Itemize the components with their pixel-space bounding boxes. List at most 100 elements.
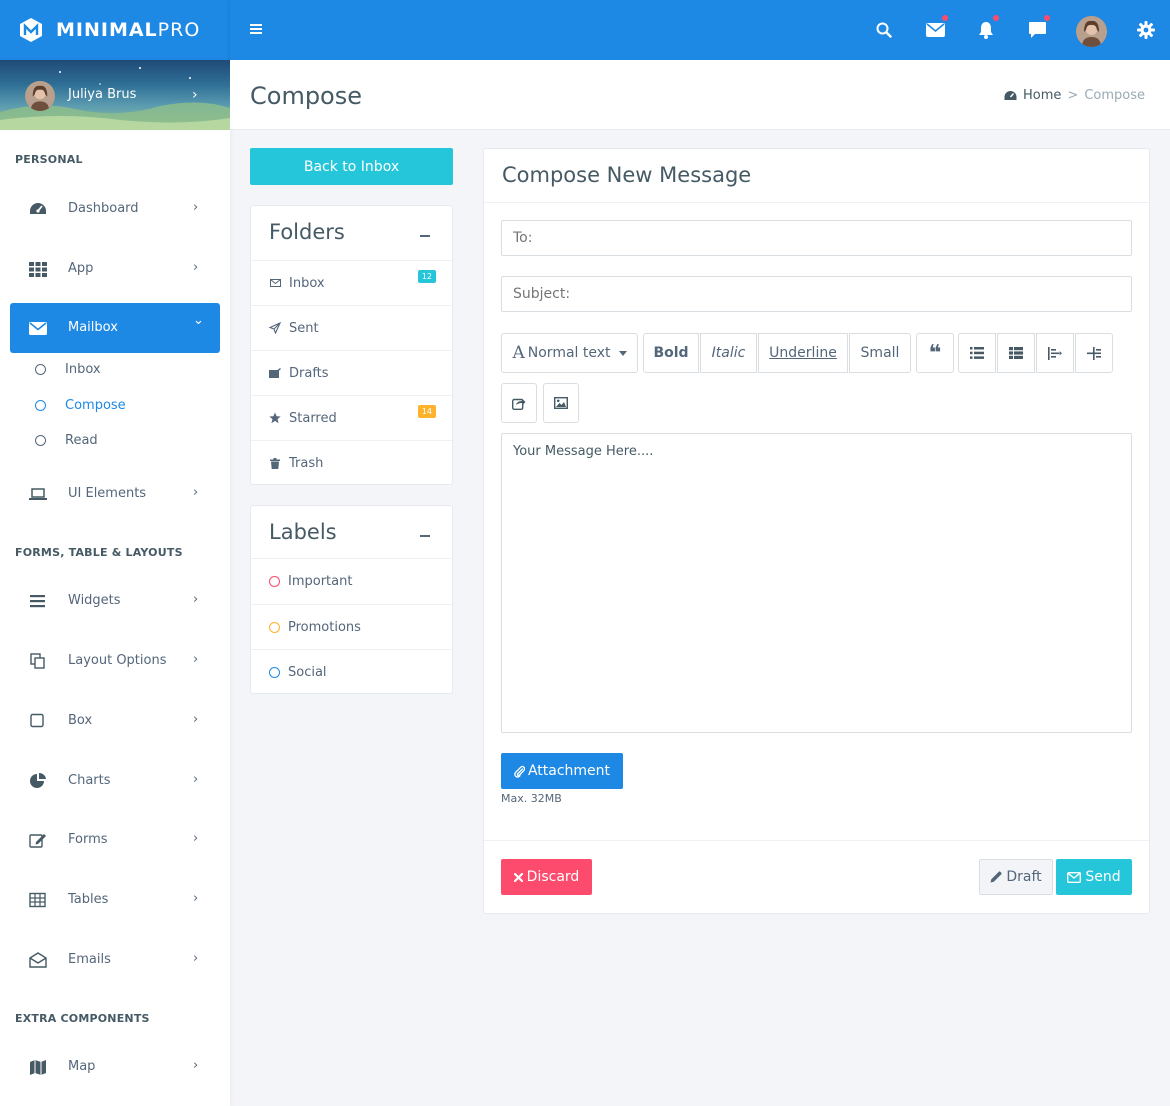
sidebar-subitem-read[interactable]: Read (35, 433, 98, 448)
paper-plane-icon (269, 322, 281, 334)
sidebar-subitem-compose[interactable]: Compose (35, 398, 126, 413)
sidebar-item-tables[interactable]: Tables › (10, 875, 220, 925)
back-to-inbox-button[interactable]: Back to Inbox (250, 148, 453, 185)
square-icon (30, 713, 44, 728)
hamburger-menu-icon[interactable] (250, 24, 262, 36)
to-field[interactable] (501, 220, 1132, 256)
circle-icon (269, 666, 280, 678)
sidebar-item-label: Map (68, 1059, 96, 1074)
underline-button[interactable]: Underline (758, 333, 848, 373)
circle-icon (35, 400, 46, 411)
divider (484, 840, 1149, 841)
breadcrumb-home-link[interactable]: Home (1023, 88, 1061, 103)
message-body-editor[interactable]: Your Message Here.... (501, 433, 1132, 733)
bell-icon[interactable] (975, 15, 999, 41)
compose-panel: Compose New Message A Normal text Bold I… (483, 148, 1150, 914)
sidebar-item-label: Tables (68, 892, 109, 907)
top-navbar (230, 0, 1170, 60)
indent-button[interactable] (1075, 333, 1113, 373)
folder-drafts[interactable]: Drafts (251, 350, 452, 395)
sidebar-item-box[interactable]: Box › (10, 696, 220, 746)
subject-field[interactable] (501, 276, 1132, 312)
sidebar-subitem-inbox[interactable]: Inbox (35, 362, 101, 377)
trash-icon (269, 457, 281, 469)
bulleted-list-button[interactable] (958, 333, 996, 373)
folder-sent[interactable]: Sent (251, 305, 452, 350)
attachment-button[interactable]: Attachment (501, 753, 623, 789)
bars-icon (30, 595, 45, 608)
pie-icon (30, 773, 46, 788)
chevron-down-icon: ⌄ (193, 313, 204, 328)
send-button[interactable]: Send (1056, 859, 1132, 895)
user-avatar[interactable] (1076, 16, 1107, 47)
outdent-button[interactable] (1036, 333, 1074, 373)
nav-section-extra: EXTRA COMPONENTS (15, 1012, 150, 1025)
label-social[interactable]: Social (251, 649, 452, 694)
list-ol-icon (1009, 347, 1023, 359)
chevron-right-icon: › (193, 951, 199, 966)
chevron-right-icon: › (193, 652, 199, 667)
sidebar-item-label: Charts (68, 773, 111, 788)
breadcrumb-current: Compose (1084, 88, 1145, 103)
folder-starred[interactable]: Starred 14 (251, 395, 452, 440)
sidebar-item-widgets[interactable]: Widgets › (10, 576, 220, 626)
notification-dot (993, 15, 999, 21)
sidebar-item-label: App (68, 261, 94, 276)
sidebar-item-ui-elements[interactable]: UI Elements › (10, 469, 220, 519)
compose-title: Compose New Message (502, 163, 752, 187)
notification-dot (1044, 15, 1050, 21)
chevron-right-icon: › (193, 772, 199, 787)
discard-button[interactable]: Discard (501, 859, 592, 895)
sidebar-item-mailbox[interactable]: Mailbox ⌄ (10, 303, 220, 353)
small-button[interactable]: Small (849, 333, 911, 373)
chat-icon[interactable] (1026, 15, 1050, 41)
folders-title: Folders (269, 220, 345, 244)
star-icon (269, 412, 281, 424)
chevron-right-icon: › (193, 260, 199, 275)
blockquote-button[interactable]: ❝ (916, 333, 954, 373)
page-title: Compose (250, 82, 363, 110)
brand-name: MINIMALPRO (56, 19, 201, 41)
sidebar-item-label: Emails (68, 952, 111, 967)
breadcrumb: Home > Compose (1004, 88, 1145, 103)
font-icon: A (512, 343, 525, 363)
indent-icon (1087, 346, 1101, 360)
user-avatar (25, 81, 55, 111)
page-title-bar: Compose Home > Compose (230, 60, 1170, 130)
user-profile-panel[interactable]: Juliya Brus › (0, 60, 230, 130)
sidebar-item-label: Widgets (68, 593, 121, 608)
sidebar-item-layout-options[interactable]: Layout Options › (10, 636, 220, 686)
sidebar-item-map[interactable]: Map › (10, 1042, 220, 1092)
messages-envelope-icon[interactable] (924, 15, 948, 41)
folder-trash[interactable]: Trash (251, 440, 452, 485)
logo-icon (20, 18, 42, 42)
brand-logo[interactable]: MINIMALPRO (0, 0, 230, 60)
sidebar-item-forms[interactable]: Forms › (10, 815, 220, 865)
insert-image-button[interactable] (543, 383, 579, 423)
sidebar-item-charts[interactable]: Charts › (10, 756, 220, 806)
label-promotions[interactable]: Promotions (251, 604, 452, 649)
envelope-icon (269, 277, 281, 289)
sidebar-item-label: Forms (68, 832, 108, 847)
sidebar-item-emails[interactable]: Emails › (10, 935, 220, 985)
bold-button[interactable]: Bold (643, 333, 699, 373)
collapse-icon[interactable] (420, 535, 430, 537)
text-style-dropdown[interactable]: A Normal text (501, 333, 638, 373)
draft-button[interactable]: Draft (979, 859, 1053, 895)
insert-link-button[interactable] (501, 383, 537, 423)
nav-section-forms: FORMS, TABLE & LAYOUTS (15, 546, 183, 559)
italic-button[interactable]: Italic (700, 333, 757, 373)
notification-dot (942, 15, 948, 21)
circle-icon (269, 575, 280, 587)
sidebar-item-label: UI Elements (68, 486, 147, 501)
collapse-icon[interactable] (420, 235, 430, 237)
copy-icon (30, 653, 45, 669)
folder-inbox[interactable]: Inbox 12 (251, 260, 452, 305)
label-important[interactable]: Important (251, 558, 452, 603)
sidebar-item-app[interactable]: App › (10, 244, 220, 294)
search-icon[interactable] (873, 19, 895, 41)
chevron-right-icon: › (192, 87, 198, 103)
gear-icon[interactable] (1135, 19, 1157, 41)
sidebar-item-dashboard[interactable]: Dashboard › (10, 184, 220, 234)
numbered-list-button[interactable] (997, 333, 1035, 373)
